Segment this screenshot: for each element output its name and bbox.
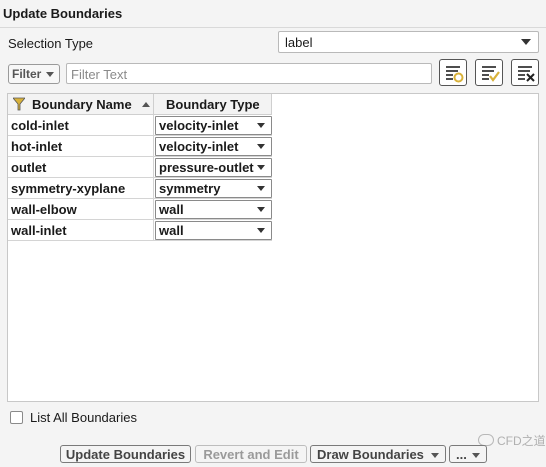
table-row[interactable]: wall-elbow wall (8, 199, 272, 220)
selection-type-label: Selection Type (8, 36, 94, 51)
boundary-name-cell[interactable]: wall-elbow (8, 199, 154, 220)
boundary-type-dropdown[interactable]: pressure-outlet (155, 158, 272, 177)
boundary-type-dropdown[interactable]: velocity-inlet (155, 116, 272, 135)
panel-title: Update Boundaries (0, 0, 546, 28)
boundary-type-dropdown[interactable]: wall (155, 200, 272, 219)
draw-boundaries-label: Draw Boundaries (317, 447, 424, 462)
boundary-type-cell: velocity-inlet (154, 136, 272, 157)
boundary-name-cell[interactable]: outlet (8, 157, 154, 178)
watermark: CFD之道 (478, 432, 546, 449)
table-row[interactable]: hot-inlet velocity-inlet (8, 136, 272, 157)
filter-menu-button[interactable]: Filter (8, 64, 60, 84)
sort-ascending-icon (142, 102, 150, 107)
clear-selection-icon (518, 66, 535, 82)
boundary-type-value: wall (159, 223, 184, 238)
chevron-down-icon (521, 39, 531, 45)
draw-boundaries-button[interactable]: Draw Boundaries (310, 445, 446, 463)
clear-selection-button[interactable] (511, 59, 539, 86)
revert-and-edit-button[interactable]: Revert and Edit (195, 445, 307, 463)
boundary-name-cell[interactable]: cold-inlet (8, 115, 154, 136)
chevron-down-icon (46, 72, 54, 77)
check-all-icon (482, 66, 500, 82)
boundary-type-cell: wall (154, 199, 272, 220)
column-header-boundary-name[interactable]: Boundary Name (8, 94, 154, 115)
select-matching-button[interactable] (439, 59, 467, 86)
column-header-label: Boundary Type (166, 97, 260, 112)
boundary-type-value: pressure-outlet (159, 160, 254, 175)
selection-type-dropdown[interactable]: label (278, 31, 539, 53)
boundary-type-dropdown[interactable]: symmetry (155, 179, 272, 198)
column-header-boundary-type[interactable]: Boundary Type (154, 94, 272, 115)
check-all-button[interactable] (475, 59, 503, 86)
chevron-down-icon (257, 207, 265, 212)
boundary-name-cell[interactable]: symmetry-xyplane (8, 178, 154, 199)
select-matching-icon (446, 66, 464, 83)
table-row[interactable]: cold-inlet velocity-inlet (8, 115, 272, 136)
boundary-type-dropdown[interactable]: velocity-inlet (155, 137, 272, 156)
update-boundaries-panel: Update Boundaries Selection Type label F… (0, 0, 546, 467)
boundary-name-cell[interactable]: hot-inlet (8, 136, 154, 157)
funnel-filter-icon[interactable] (13, 97, 25, 111)
boundary-type-dropdown[interactable]: wall (155, 221, 272, 240)
boundary-type-value: symmetry (159, 181, 221, 196)
chevron-down-icon (257, 123, 265, 128)
chevron-down-icon (472, 453, 480, 458)
table-row[interactable]: symmetry-xyplane symmetry (8, 178, 272, 199)
chevron-down-icon (257, 144, 265, 149)
filter-text-input[interactable]: Filter Text (66, 63, 432, 84)
chevron-down-icon (431, 453, 439, 458)
boundary-type-cell: wall (154, 220, 272, 241)
selection-type-value: label (285, 35, 313, 50)
list-all-boundaries-checkbox[interactable] (10, 411, 23, 424)
boundary-type-value: velocity-inlet (159, 118, 239, 133)
watermark-text: CFD之道 (497, 434, 546, 448)
filter-button-label: Filter (12, 67, 42, 81)
boundary-type-cell: pressure-outlet (154, 157, 272, 178)
chevron-down-icon (257, 228, 265, 233)
column-header-label: Boundary Name (32, 97, 132, 112)
boundary-type-value: velocity-inlet (159, 139, 239, 154)
update-boundaries-button[interactable]: Update Boundaries (60, 445, 191, 463)
more-actions-button[interactable]: ... (449, 445, 487, 463)
table-row[interactable]: wall-inlet wall (8, 220, 272, 241)
boundary-type-cell: velocity-inlet (154, 115, 272, 136)
list-all-boundaries-label: List All Boundaries (30, 410, 137, 425)
chevron-down-icon (257, 186, 265, 191)
boundary-type-value: wall (159, 202, 184, 217)
boundaries-table: Boundary Name Boundary Type cold-inlet v… (7, 93, 539, 402)
boundary-name-cell[interactable]: wall-inlet (8, 220, 154, 241)
chevron-down-icon (257, 165, 265, 170)
more-actions-label: ... (456, 447, 467, 462)
boundary-type-cell: symmetry (154, 178, 272, 199)
table-row[interactable]: outlet pressure-outlet (8, 157, 272, 178)
